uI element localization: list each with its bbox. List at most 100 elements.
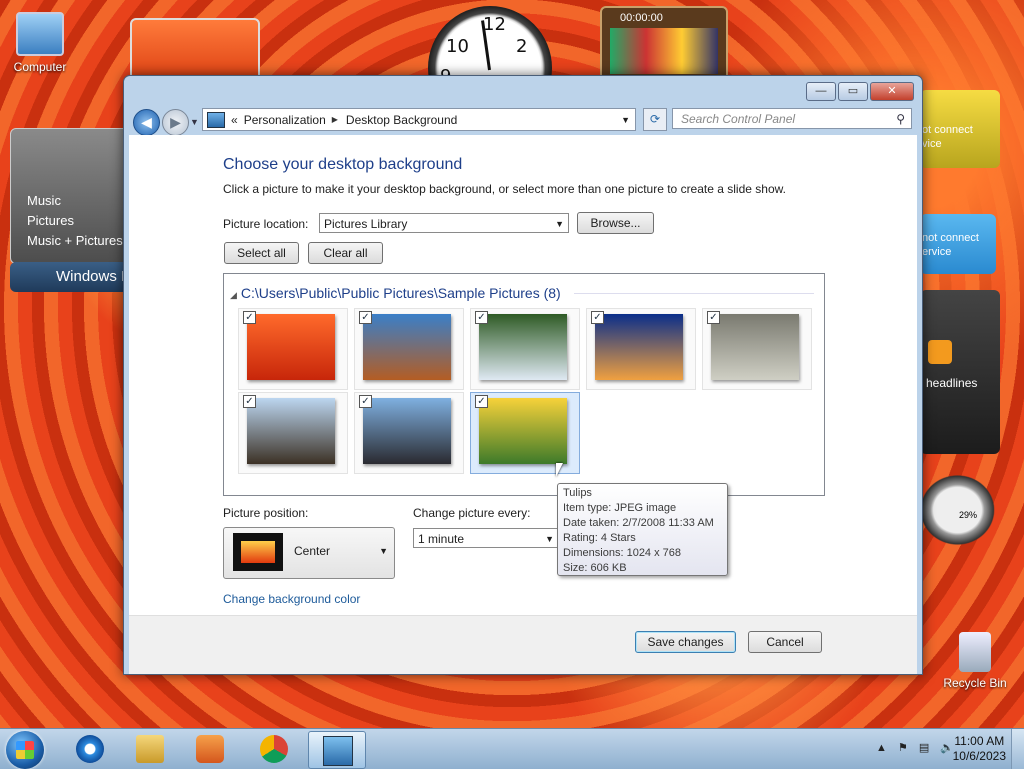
show-desktop-button[interactable] [1011,729,1024,769]
title-bar[interactable]: — ▭ ✕ [124,76,922,106]
address-dropdown-icon[interactable]: ▼ [621,115,630,125]
clear-all-button[interactable]: Clear all [308,242,383,264]
computer-desktop-icon[interactable]: Computer [0,12,80,74]
thumbnail-tulips[interactable]: ✓ [470,392,580,474]
puzzle-tiles[interactable] [610,28,718,74]
tooltip-title: Tulips [563,487,592,499]
chrysanthemum-image [247,314,335,380]
taskbar-chrome[interactable] [246,731,302,767]
lighthouse-image [247,398,335,464]
footer-bar: Save changes Cancel [129,615,917,674]
chrome-icon [260,735,288,763]
back-button[interactable]: ◀ [133,109,160,136]
picture-location-label: Picture location: [223,217,309,231]
show-hidden-icons-button[interactable]: ▲ [876,742,887,754]
change-every-label: Change picture every: [413,506,531,520]
forward-button[interactable]: ▶ [162,109,189,136]
network-icon[interactable]: ▤ [919,742,929,754]
thumbnail-desert[interactable]: ✓ [354,308,464,390]
mouse-cursor-icon [556,463,563,477]
feed-headlines-gadget[interactable]: headlines [920,290,1000,454]
windows-logo-icon [16,741,34,759]
search-icon: ⚲ [896,112,905,126]
cancel-button[interactable]: Cancel [748,631,822,653]
desktop-background-window: — ▭ ✕ ◀ ▶ ▼ « Personalization ▶ Desktop … [123,75,923,675]
change-interval-select[interactable]: 1 minute ▼ [413,528,559,548]
start-button[interactable] [6,731,44,769]
thumbnail-checkbox[interactable]: ✓ [359,395,372,408]
control-panel-icon [323,736,353,766]
thumbnail-checkbox[interactable]: ✓ [707,311,720,324]
picture-gallery: ◢ C:\Users\Public\Public Pictures\Sample … [223,273,825,496]
breadcrumb-overflow[interactable]: « [231,113,238,127]
thumbnail-checkbox[interactable]: ✓ [359,311,372,324]
maximize-button[interactable]: ▭ [838,82,868,101]
thumbnail-chrysanthemum[interactable]: ✓ [238,308,348,390]
thumbnail-checkbox[interactable]: ✓ [475,311,488,324]
taskbar-media-player[interactable] [182,731,238,767]
save-changes-button[interactable]: Save changes [635,631,736,653]
address-bar[interactable]: « Personalization ▶ Desktop Background ▼ [202,108,636,131]
chevron-down-icon: ▼ [379,546,388,556]
control-panel-icon [207,111,225,128]
jellyfish-image [595,314,683,380]
feed-label: headlines [926,376,978,390]
cpu-meter-gadget[interactable]: 29% [915,470,1000,550]
action-center-icon[interactable]: ⚑ [898,742,908,754]
chevron-down-icon: ▼ [555,219,564,229]
breadcrumb-personalization[interactable]: Personalization [244,113,326,127]
browse-button[interactable]: Browse... [577,212,654,234]
thumbnail-penguins[interactable]: ✓ [354,392,464,474]
recycle-bin-icon [959,632,991,672]
thumbnail-checkbox[interactable]: ✓ [591,311,604,324]
page-title: Choose your desktop background [223,156,463,173]
media-center-gadget[interactable]: Music Pictures Music + Pictures [10,128,130,264]
page-description: Click a picture to make it your desktop … [223,182,786,196]
desert-image [363,314,451,380]
clock-date: 10/6/2023 [952,749,1006,763]
taskbar: ▲ ⚑ ▤ 🔈 11:00 AM 10/6/2023 [0,728,1024,769]
thumbnail-lighthouse[interactable]: ✓ [238,392,348,474]
puzzle-gadget[interactable]: 00:00:00 [600,6,728,82]
currency-gadget[interactable]: not connect ervice [920,214,996,274]
tooltip-dimensions: Dimensions: 1024 x 768 [563,547,682,559]
thumbnail-hydrangeas[interactable]: ✓ [470,308,580,390]
tooltip-item-type: Item type: JPEG image [563,502,677,514]
change-background-color-link[interactable]: Change background color [223,592,360,606]
picture-location-select[interactable]: Pictures Library ▼ [319,213,569,233]
thumbnail-koala[interactable]: ✓ [702,308,812,390]
recycle-bin-desktop-icon[interactable]: Recycle Bin [935,632,1015,690]
close-button[interactable]: ✕ [870,82,914,101]
group-divider [574,293,814,294]
gallery-group-header[interactable]: ◢ C:\Users\Public\Public Pictures\Sample … [230,285,561,301]
hydrangeas-image [479,314,567,380]
select-all-button[interactable]: Select all [224,242,299,264]
navigation-bar: ◀ ▶ ▼ « Personalization ▶ Desktop Backgr… [124,106,922,136]
thumbnail-checkbox[interactable]: ✓ [243,395,256,408]
media-item-music[interactable]: Music [27,193,61,208]
thumbnail-checkbox[interactable]: ✓ [475,395,488,408]
file-explorer-icon [136,735,164,763]
taskbar-clock[interactable]: 11:00 AM 10/6/2023 [953,734,1006,764]
minimize-button[interactable]: — [806,82,836,101]
taskbar-control-panel[interactable] [308,731,366,769]
search-input[interactable]: Search Control Panel ⚲ [672,108,912,129]
windows-media-label[interactable]: Windows I [10,262,128,292]
thumbnail-jellyfish[interactable]: ✓ [586,308,696,390]
picture-position-label: Picture position: [223,506,309,520]
collapse-icon[interactable]: ◢ [230,290,237,300]
chevron-down-icon: ▼ [545,534,554,544]
recent-pages-dropdown[interactable]: ▼ [190,117,199,127]
weather-gadget[interactable]: ot connect vice [920,90,1000,168]
breadcrumb-desktop-background[interactable]: Desktop Background [346,113,457,127]
refresh-button[interactable]: ⟳ [643,108,667,131]
chevron-right-icon[interactable]: ▶ [332,115,338,124]
media-item-music-pictures[interactable]: Music + Pictures [27,233,123,248]
taskbar-internet-explorer[interactable] [62,731,118,767]
thumbnail-checkbox[interactable]: ✓ [243,311,256,324]
taskbar-file-explorer[interactable] [122,731,178,767]
tulips-image [479,398,567,464]
media-item-pictures[interactable]: Pictures [27,213,74,228]
penguins-image [363,398,451,464]
picture-position-select[interactable]: Center ▼ [223,527,395,579]
